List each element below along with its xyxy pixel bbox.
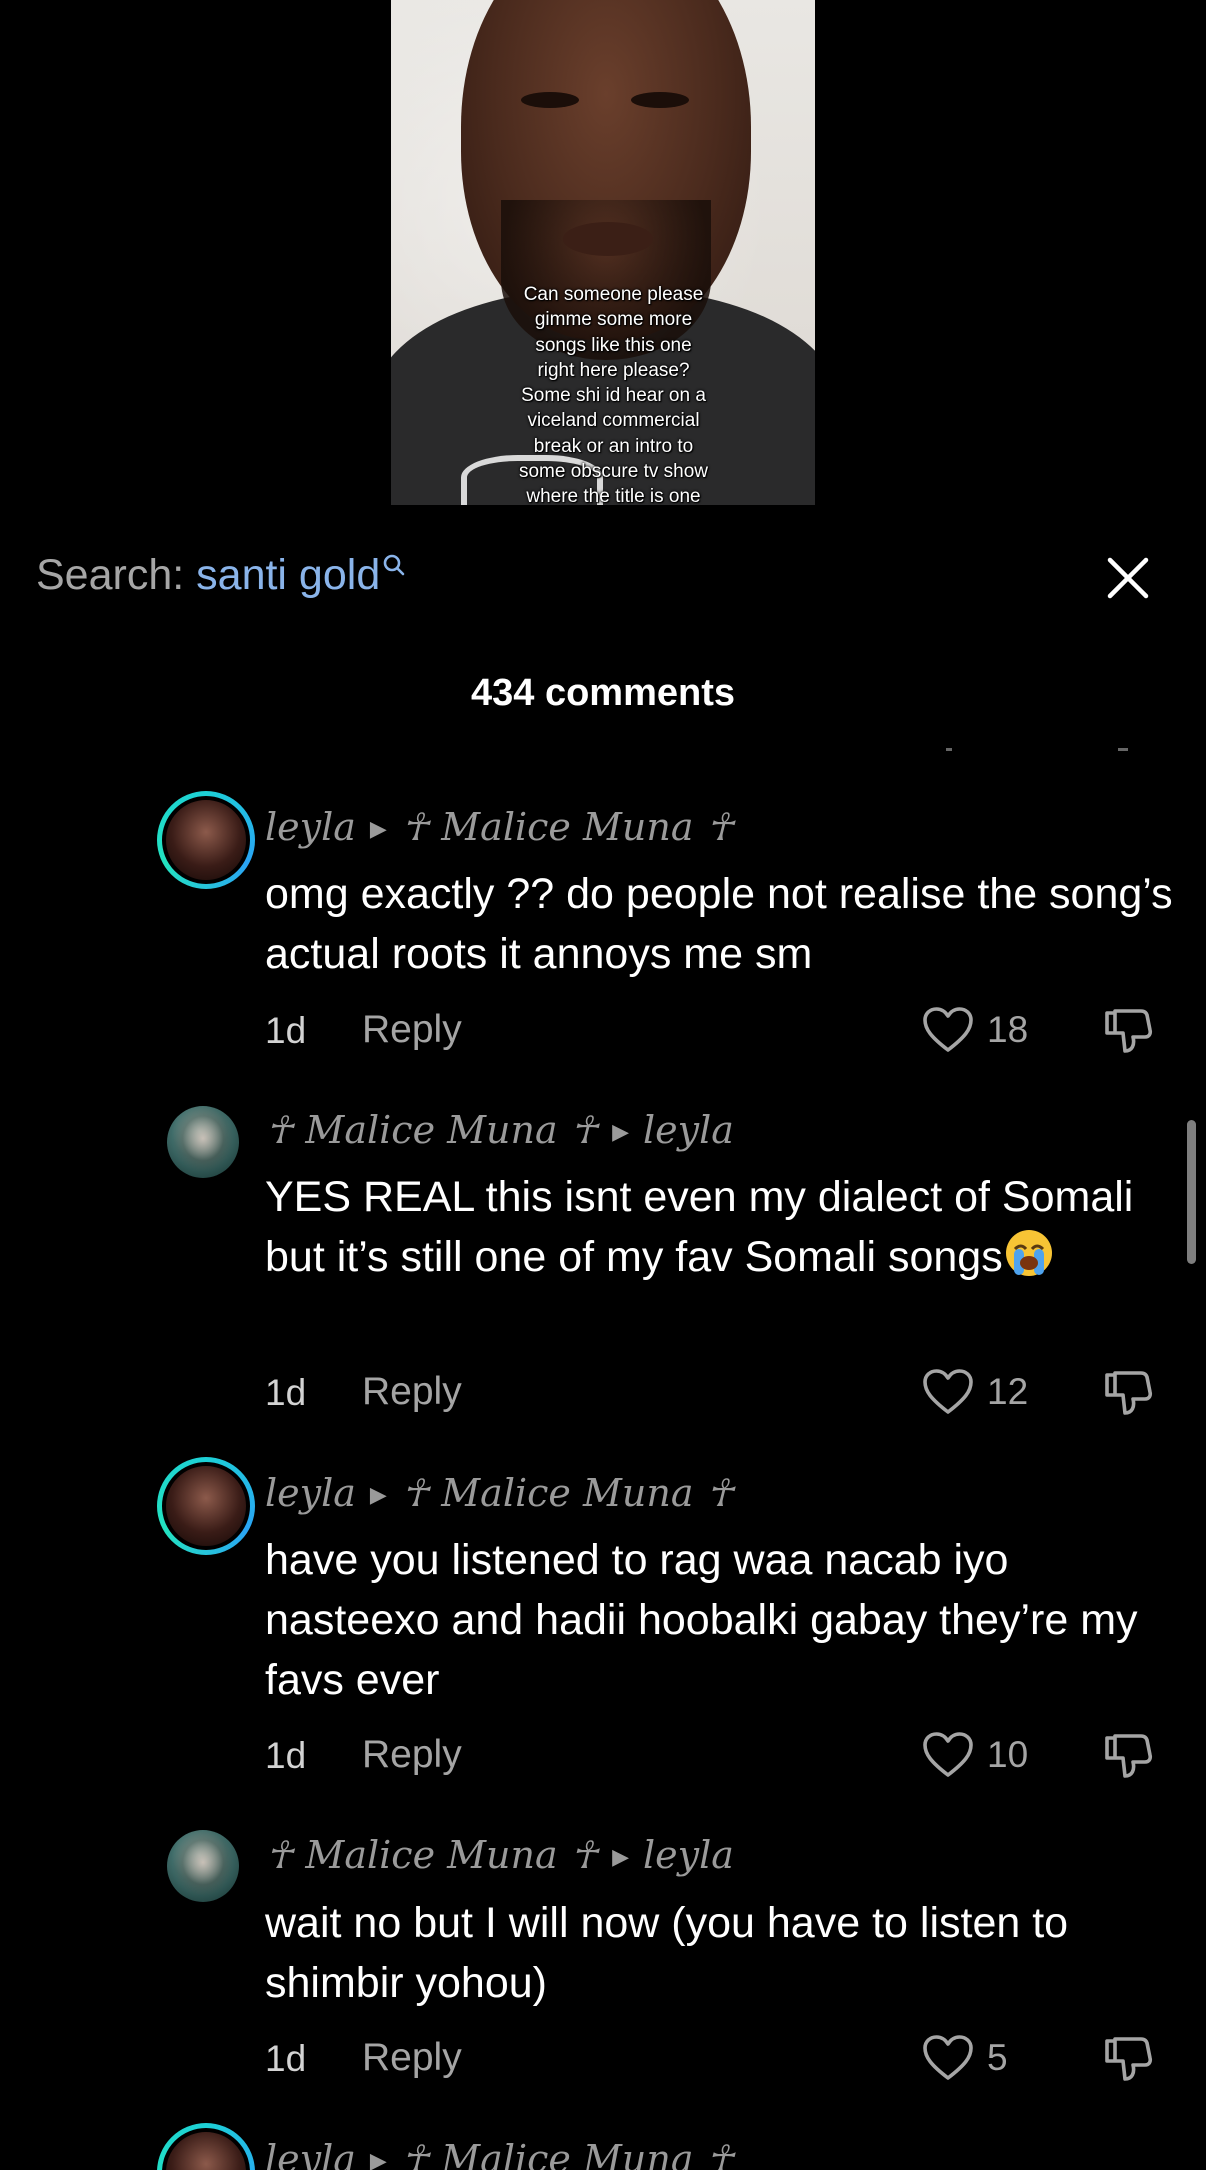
avatar-image xyxy=(167,1106,239,1178)
like-count: 5 xyxy=(987,2037,1008,2078)
loudly-crying-face-icon xyxy=(1005,1230,1052,1276)
video-caption: Can someone please gimme some more songs… xyxy=(518,284,709,505)
comment-time: 1d xyxy=(265,1735,307,1776)
comment-names: ☥ Malice Muna ☥ ▶ leyla xyxy=(265,1833,734,1877)
dislike-icon[interactable] xyxy=(1101,1728,1155,1782)
comment-names: leyla ▶ ☥ Malice Muna ☥ xyxy=(265,1471,734,1515)
comments-count: 434 xyxy=(470,672,535,714)
reply-button[interactable]: Reply xyxy=(362,1008,462,1052)
previous-row-remnant xyxy=(1118,748,1128,751)
search-icon[interactable] xyxy=(382,553,406,577)
comment-list[interactable]: leyla ▶ ☥ Malice Muna ☥ omg exactly ?? do … xyxy=(0,740,1206,2170)
like-count: 10 xyxy=(987,1734,1029,1775)
avatar-image xyxy=(162,1462,250,1550)
comment-reply-to[interactable]: leyla xyxy=(643,1108,734,1152)
heart-icon xyxy=(923,2035,973,2080)
avatar-image xyxy=(162,2128,250,2170)
reply-button[interactable]: Reply xyxy=(362,1733,462,1777)
comment-names: ☥ Malice Muna ☥ ▶ leyla xyxy=(265,1108,734,1152)
heart-icon xyxy=(923,1369,973,1414)
scrollbar[interactable] xyxy=(1187,1120,1196,1264)
comment-text: omg exactly ?? do people not realise the… xyxy=(265,870,1173,978)
reply-button[interactable]: Reply xyxy=(362,1370,462,1414)
search-query-link[interactable]: santi gold xyxy=(196,551,380,599)
video-person-eye-left xyxy=(521,92,579,108)
comment-names: leyla ▶ ☥ Malice Muna ☥ xyxy=(265,2137,734,2170)
comment-reply-to[interactable]: ☥ Malice Muna ☥ xyxy=(401,2137,734,2170)
dislike-icon[interactable] xyxy=(1101,1003,1155,1057)
avatar[interactable] xyxy=(157,2123,255,2170)
avatar[interactable] xyxy=(157,791,255,889)
heart-icon xyxy=(923,1732,973,1777)
search-label: Search: xyxy=(36,551,185,599)
search-suggestion[interactable]: Search: santi gold xyxy=(36,545,406,605)
video-person-eye-right xyxy=(631,92,689,108)
avatar-image xyxy=(162,796,250,884)
reply-arrow-icon: ▶ xyxy=(369,2149,387,2170)
reply-arrow-icon: ▶ xyxy=(369,817,387,842)
comment-author[interactable]: leyla xyxy=(265,2137,356,2170)
video-person-mouth xyxy=(563,222,653,256)
avatar-image xyxy=(167,1830,239,1902)
comment-text: have you listened to rag waa nacab iyo n… xyxy=(265,1536,1138,1704)
like-button[interactable]: 10 xyxy=(921,1731,1028,1779)
comment-time: 1d xyxy=(265,1372,307,1413)
video-preview[interactable]: Can someone please gimme some more songs… xyxy=(391,0,815,505)
comment-text: wait no but I will now (you have to list… xyxy=(265,1899,1069,2007)
dislike-icon[interactable] xyxy=(1101,1365,1155,1419)
avatar[interactable] xyxy=(157,1457,255,1555)
close-icon[interactable] xyxy=(1102,552,1154,604)
comment-reply-to[interactable]: leyla xyxy=(643,1833,734,1877)
like-button[interactable]: 18 xyxy=(921,1006,1028,1054)
like-count: 12 xyxy=(987,1371,1029,1412)
comment-author[interactable]: leyla xyxy=(265,805,356,849)
like-button[interactable]: 12 xyxy=(921,1368,1028,1416)
avatar[interactable] xyxy=(167,1830,239,1902)
previous-row-remnant xyxy=(946,748,952,751)
reply-button[interactable]: Reply xyxy=(362,2036,462,2080)
comment-text: YES REAL this isnt even my dialect of So… xyxy=(265,1173,1134,1281)
comment-author[interactable]: ☥ Malice Muna ☥ xyxy=(265,1833,598,1877)
like-count: 18 xyxy=(987,1009,1029,1050)
reply-arrow-icon: ▶ xyxy=(612,1120,630,1145)
comment-author[interactable]: leyla xyxy=(265,1471,356,1515)
comment-author[interactable]: ☥ Malice Muna ☥ xyxy=(265,1108,598,1152)
like-button[interactable]: 5 xyxy=(921,2034,1008,2082)
comment-names: leyla ▶ ☥ Malice Muna ☥ xyxy=(265,805,734,849)
comments-label: comments xyxy=(544,672,736,714)
comment-time: 1d xyxy=(265,1010,307,1051)
avatar[interactable] xyxy=(167,1106,239,1178)
comment-reply-to[interactable]: ☥ Malice Muna ☥ xyxy=(401,805,734,849)
dislike-icon[interactable] xyxy=(1101,2031,1155,2085)
reply-arrow-icon: ▶ xyxy=(612,1845,630,1870)
comment-reply-to[interactable]: ☥ Malice Muna ☥ xyxy=(401,1471,734,1515)
comments-count-header: 434 comments xyxy=(0,665,1206,721)
heart-icon xyxy=(923,1007,973,1052)
comment-time: 1d xyxy=(265,2038,307,2079)
reply-arrow-icon: ▶ xyxy=(369,1483,387,1508)
